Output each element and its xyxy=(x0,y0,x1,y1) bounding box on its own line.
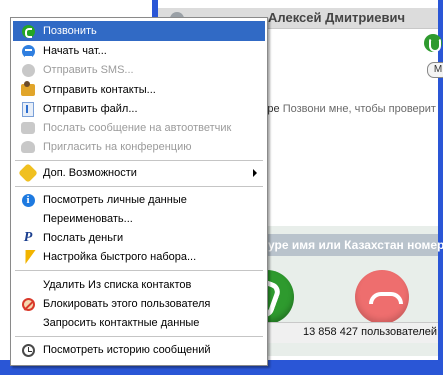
menu-item-label: Доп. Возможности xyxy=(43,167,137,179)
menu-item-label: Посмотреть историю сообщений xyxy=(43,344,211,356)
menu-separator xyxy=(15,336,263,337)
contacts-icon xyxy=(21,81,35,96)
menu-item-remove-contact[interactable]: Удалить Из списка контактов xyxy=(13,275,265,295)
file-icon xyxy=(22,101,34,117)
menu-item-label: Переименовать... xyxy=(43,213,133,225)
phone-icon xyxy=(21,24,35,38)
mood-text: Позвони мне, чтобы проверит xyxy=(282,103,436,115)
menu-item-label: Позвонить xyxy=(43,25,97,37)
mood-message: уре Позвони мне, чтобы проверит xyxy=(262,103,436,115)
menu-item-extras[interactable]: Доп. Возможности xyxy=(13,163,265,183)
menu-item-rename[interactable]: Переименовать... xyxy=(13,209,265,229)
menu-item-send-money[interactable]: P Послать деньги xyxy=(13,228,265,248)
menu-item-label: Отправить SMS... xyxy=(43,64,134,76)
chat-icon xyxy=(21,44,35,58)
menu-separator xyxy=(15,186,263,187)
menu-item-label: Отправить файл... xyxy=(43,103,138,115)
menu-item-label: Запросить контактные данные xyxy=(43,317,200,329)
menu-item-view-history[interactable]: Посмотреть историю сообщений xyxy=(13,340,265,360)
extras-icon xyxy=(18,163,38,183)
conference-icon xyxy=(21,141,35,153)
menu-item-label: Настройка быстрого набора... xyxy=(43,251,197,263)
menu-item-view-profile[interactable]: i Посмотреть личные данные xyxy=(13,190,265,210)
menu-item-label: Посмотреть личные данные xyxy=(43,194,187,206)
contact-context-menu: Позвонить Начать чат... Отправить SMS...… xyxy=(10,17,268,366)
contact-name: Алексей Дмитриевич xyxy=(268,10,406,25)
users-online-count: 13 858 427 пользователей xyxy=(303,326,438,338)
block-icon xyxy=(21,297,35,311)
menu-item-send-file[interactable]: Отправить файл... xyxy=(13,99,265,119)
paypal-icon: P xyxy=(23,230,33,245)
menu-item-send-contacts[interactable]: Отправить контакты... xyxy=(13,80,265,100)
hangup-button[interactable] xyxy=(355,270,409,324)
speed-dial-icon xyxy=(20,250,36,264)
search-prompt-text: уре имя или Казахстан номер... xyxy=(268,238,443,252)
info-icon: i xyxy=(21,193,35,207)
mood-toggle-button[interactable]: M xyxy=(427,62,443,78)
menu-separator xyxy=(15,270,263,271)
menu-item-label: Отправить контакты... xyxy=(43,84,156,96)
menu-separator xyxy=(15,160,263,161)
menu-item-send-sms[interactable]: Отправить SMS... xyxy=(13,60,265,80)
menu-item-call[interactable]: Позвонить xyxy=(13,21,265,41)
menu-item-request-contact-details[interactable]: Запросить контактные данные xyxy=(13,313,265,333)
history-icon xyxy=(21,343,35,357)
voicemail-icon xyxy=(21,122,35,134)
menu-item-label: Послать сообщение на автоответчик xyxy=(43,122,232,134)
menu-item-label: Блокировать этого пользователя xyxy=(43,298,211,310)
submenu-arrow-icon xyxy=(253,169,257,177)
menu-item-label: Пригласить на конференцию xyxy=(43,141,192,153)
window-border-right xyxy=(438,0,443,375)
menu-item-label: Послать деньги xyxy=(43,232,124,244)
menu-item-label: Удалить Из списка контактов xyxy=(43,279,192,291)
small-call-button[interactable] xyxy=(424,34,442,52)
menu-item-start-chat[interactable]: Начать чат... xyxy=(13,41,265,61)
menu-item-voicemail[interactable]: Послать сообщение на автоответчик xyxy=(13,118,265,138)
menu-item-label: Начать чат... xyxy=(43,45,107,57)
menu-item-invite-conference[interactable]: Пригласить на конференцию xyxy=(13,137,265,157)
menu-item-block-user[interactable]: Блокировать этого пользователя xyxy=(13,294,265,314)
sms-icon xyxy=(21,63,35,77)
menu-item-speed-dial[interactable]: Настройка быстрого набора... xyxy=(13,247,265,267)
search-prompt-bar[interactable]: уре имя или Казахстан номер... xyxy=(262,234,443,256)
